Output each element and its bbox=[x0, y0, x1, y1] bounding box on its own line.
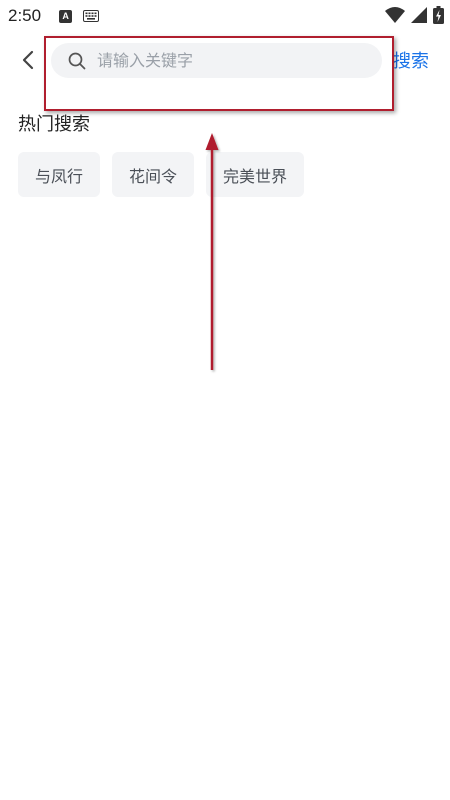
notification-a-icon: A bbox=[59, 9, 73, 23]
hot-search-tag[interactable]: 完美世界 bbox=[206, 152, 305, 197]
back-button[interactable] bbox=[14, 46, 42, 74]
hot-search-tag[interactable]: 与凤行 bbox=[18, 152, 101, 197]
keyboard-icon bbox=[83, 10, 100, 22]
wifi-icon bbox=[385, 7, 405, 27]
search-icon bbox=[67, 51, 87, 71]
status-bar: 2:50 A bbox=[0, 0, 450, 32]
search-input[interactable] bbox=[97, 45, 357, 76]
hot-search-tag[interactable]: 花间令 bbox=[112, 152, 195, 197]
search-screen: 2:50 A 请输入关键字 搜索 热门搜索 与凤行 花间令 完美世界 bbox=[0, 0, 450, 800]
hot-search-tags: 与凤行 花间令 完美世界 bbox=[18, 152, 305, 197]
search-submit-button[interactable]: 搜索 bbox=[393, 47, 429, 73]
status-time: 2:50 bbox=[8, 6, 42, 25]
signal-icon bbox=[411, 7, 427, 27]
status-right-icons bbox=[385, 6, 444, 28]
search-bar[interactable] bbox=[51, 43, 382, 78]
battery-icon bbox=[433, 6, 444, 28]
chevron-left-icon bbox=[22, 50, 34, 70]
hot-search-title: 热门搜索 bbox=[18, 114, 90, 135]
